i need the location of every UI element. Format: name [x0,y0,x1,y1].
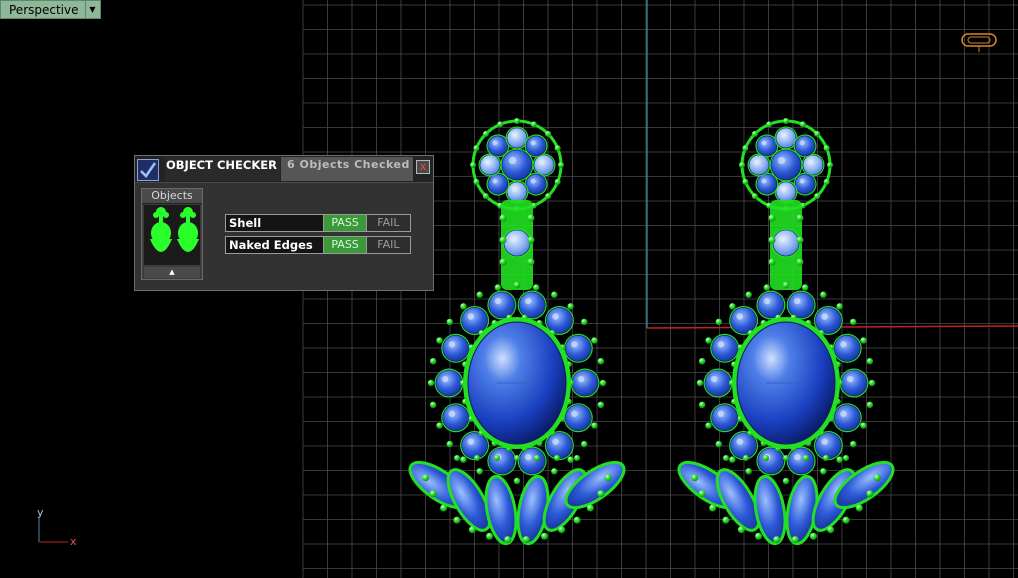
axes-indicator: y x [37,506,77,548]
panel-titlebar[interactable]: OBJECT CHECKER 6 Objects Checked x [135,156,433,183]
check-name: Shell [229,216,262,230]
check-row-naked-edges: Naked Edges PASS FAIL [225,236,411,254]
viewport-tab[interactable]: Perspective ▼ [0,0,101,19]
objects-checked-status: 6 Objects Checked [281,157,413,181]
axis-y-label: y [37,506,44,519]
earring-right[interactable] [672,118,900,546]
close-button[interactable]: x [416,160,430,174]
perspective-viewport[interactable]: y x Perspective ▼ OBJECT CHECKER 6 Objec… [0,0,1018,578]
pass-indicator: PASS [323,215,366,231]
chevron-down-icon: ▼ [89,5,96,14]
viewport-menu-button[interactable]: ▼ [84,0,101,19]
collapse-button[interactable]: ▲ [144,267,200,278]
objects-list[interactable]: Objects ▲ [141,188,203,280]
check-row-shell: Shell PASS FAIL [225,214,411,232]
objects-thumbnail[interactable] [144,205,200,265]
earring-models[interactable] [403,118,900,546]
fail-indicator: FAIL [365,215,411,231]
check-name: Naked Edges [229,238,313,252]
pass-indicator: PASS [323,237,366,253]
light-object[interactable] [961,33,997,52]
viewport-title[interactable]: Perspective [0,0,85,19]
axis-x-label: x [70,535,77,548]
panel-title: OBJECT CHECKER [165,157,280,181]
fail-indicator: FAIL [365,237,411,253]
objects-header: Objects [142,189,202,204]
object-checker-panel[interactable]: OBJECT CHECKER 6 Objects Checked x Objec… [134,155,434,291]
checkmark-icon [137,159,159,181]
